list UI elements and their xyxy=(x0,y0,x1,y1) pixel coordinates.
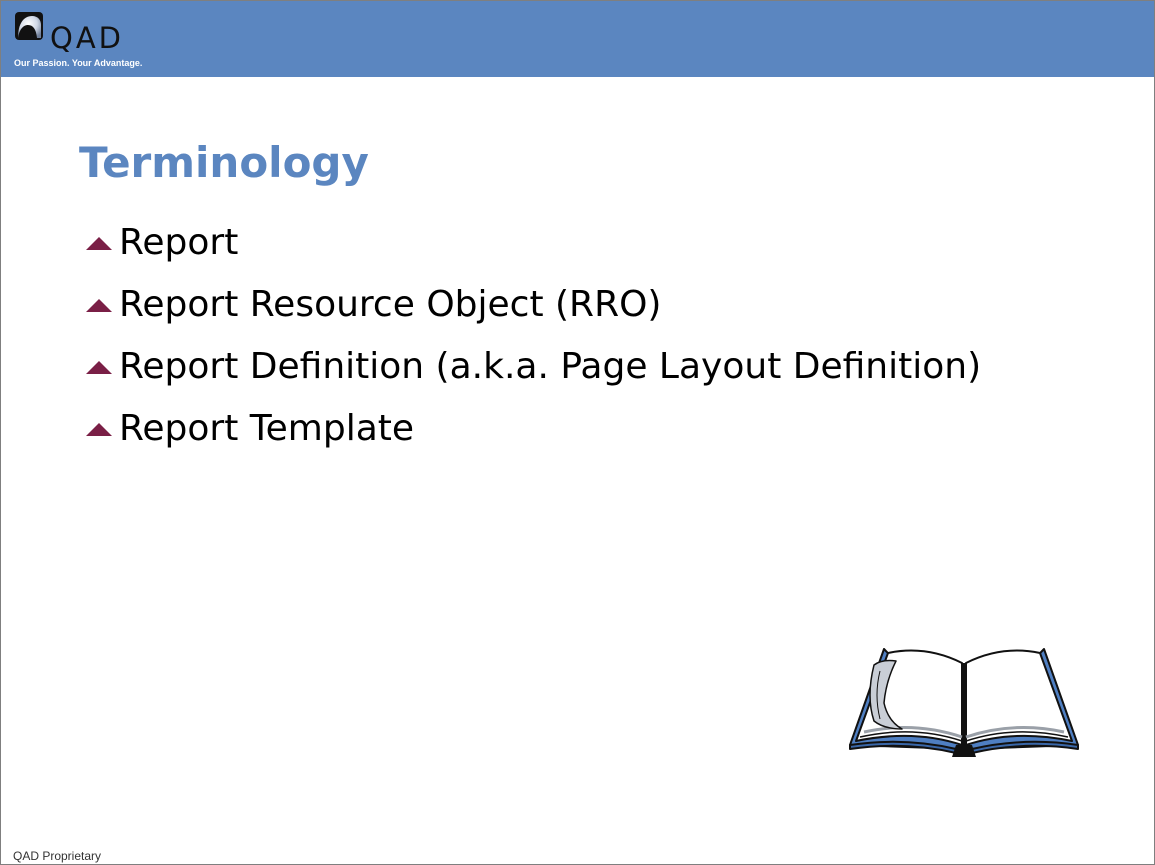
open-book-icon xyxy=(849,648,1079,757)
bullet-text: Report xyxy=(119,221,239,263)
logo-wordmark: QAD xyxy=(50,21,124,55)
slide: QAD Our Passion. Your Advantage. Termino… xyxy=(0,0,1155,865)
triangle-bullet-icon xyxy=(86,422,112,436)
slide-title: Terminology xyxy=(79,138,369,187)
bullet-item: Report xyxy=(86,211,981,273)
triangle-bullet-icon xyxy=(86,236,112,250)
triangle-bullet-icon xyxy=(86,298,112,312)
qad-logo: QAD Our Passion. Your Advantage. xyxy=(14,11,184,71)
bullet-text: Report Resource Object (RRO) xyxy=(119,283,662,325)
bullet-list: Report Report Resource Object (RRO) Repo… xyxy=(86,211,981,459)
bullet-item: Report Template xyxy=(86,397,981,459)
qad-logo-mark-icon xyxy=(15,12,43,40)
bullet-item: Report Resource Object (RRO) xyxy=(86,273,981,335)
header-band: QAD Our Passion. Your Advantage. xyxy=(1,1,1154,77)
logo-tagline: Our Passion. Your Advantage. xyxy=(14,58,143,68)
bullet-text: Report Template xyxy=(119,407,415,449)
bullet-item: Report Definition (a.k.a. Page Layout De… xyxy=(86,335,981,397)
triangle-bullet-icon xyxy=(86,360,112,374)
footer-label: QAD Proprietary xyxy=(13,849,102,863)
bullet-text: Report Definition (a.k.a. Page Layout De… xyxy=(119,345,982,387)
